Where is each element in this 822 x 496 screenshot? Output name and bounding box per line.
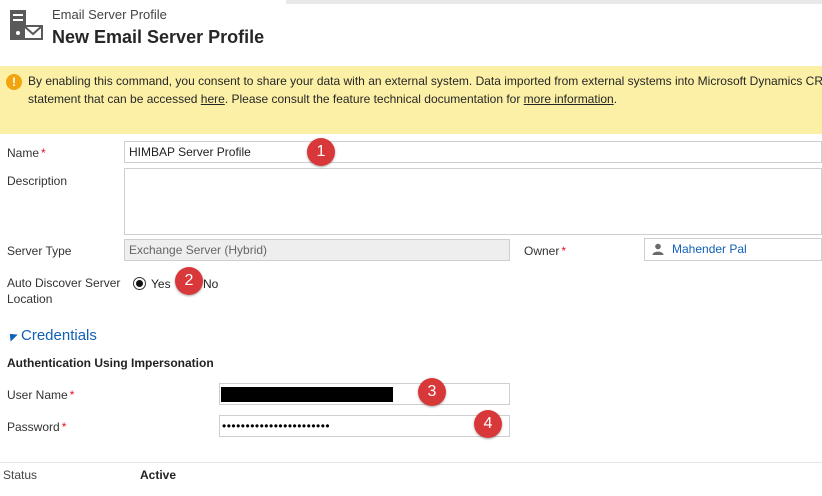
header-topline	[286, 0, 822, 4]
annotation-badge-2: 2	[175, 267, 203, 295]
notice-text-line2: statement that can be accessed here. Ple…	[28, 92, 617, 106]
name-input[interactable]: HIMBAP Server Profile	[124, 141, 822, 163]
email-server-profile-icon	[10, 10, 43, 40]
owner-link[interactable]: Mahender Pal	[672, 242, 747, 256]
auto-discover-no-label[interactable]: No	[203, 277, 218, 291]
more-information-link[interactable]: more information	[524, 92, 614, 106]
page-title: New Email Server Profile	[52, 27, 265, 47]
notice-text: statement that can be accessed	[28, 92, 201, 106]
entity-name: Email Server Profile	[52, 7, 167, 22]
notice-text: .	[613, 92, 618, 106]
credentials-section-toggle[interactable]: Credentials	[6, 327, 97, 344]
privacy-here-link[interactable]: here	[201, 92, 225, 106]
impersonation-subsection-title: Authentication Using Impersonation	[7, 356, 214, 370]
password-dots: •••••••••••••••••••••••	[222, 419, 331, 433]
auto-discover-label-line2: Location	[7, 292, 53, 306]
description-label: Description	[7, 174, 68, 188]
notice-text-line1: By enabling this command, you consent to…	[28, 74, 822, 88]
required-marker: *	[561, 244, 567, 258]
annotation-badge-4: 4	[474, 410, 502, 438]
form-header: Email Server Profile New Email Server Pr…	[0, 0, 822, 62]
status-footer	[0, 462, 822, 496]
collapse-arrow-icon	[6, 330, 18, 342]
owner-label: Owner *	[524, 244, 567, 258]
warning-icon: !	[6, 74, 22, 90]
auto-discover-label-line1: Auto Discover Server	[7, 276, 121, 290]
user-name-label: User Name *	[7, 388, 75, 402]
notice-text: . Please consult the feature technical d…	[224, 92, 524, 106]
description-textarea[interactable]	[124, 168, 822, 235]
auto-discover-yes-label[interactable]: Yes	[151, 277, 171, 291]
server-type-label: Server Type	[7, 244, 72, 258]
password-label: Password *	[7, 420, 67, 434]
auto-discover-yes-radio[interactable]	[133, 277, 146, 290]
status-value: Active	[140, 468, 177, 482]
required-marker: *	[61, 420, 67, 434]
consent-notice-bar: ! By enabling this command, you consent …	[0, 66, 822, 134]
name-label: Name *	[7, 146, 46, 160]
user-icon	[652, 243, 664, 255]
annotation-badge-3: 3	[418, 378, 446, 406]
partially-hidden-section-toggle[interactable]	[8, 460, 78, 463]
required-marker: *	[41, 146, 46, 160]
redacted-username	[221, 387, 393, 402]
status-label: Status	[3, 468, 38, 482]
required-marker: *	[69, 388, 75, 402]
annotation-badge-1: 1	[307, 138, 335, 166]
server-type-field[interactable]: Exchange Server (Hybrid)	[124, 239, 510, 261]
